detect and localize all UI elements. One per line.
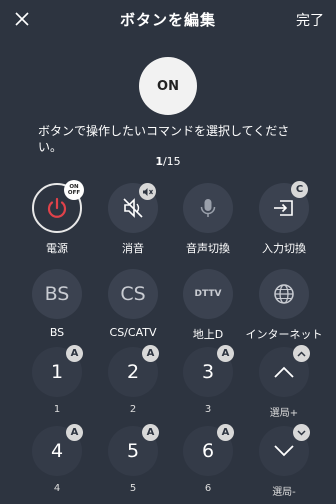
power-icon — [47, 197, 67, 218]
number-4-text: 4 — [50, 440, 64, 462]
done-button[interactable]: 完了 — [296, 10, 324, 30]
onoff-badge-text: ON OFF — [67, 184, 81, 196]
chevron-up-icon — [274, 366, 294, 378]
command-dttv[interactable]: DTTV 地上D — [170, 269, 246, 347]
mute-speaker-icon — [123, 198, 143, 218]
onoff-badge: ON OFF — [64, 180, 84, 200]
command-3[interactable]: 3 A 3 — [170, 345, 246, 425]
input-switch-icon — [274, 200, 293, 216]
dttv-button[interactable]: DTTV — [183, 269, 233, 319]
channel-down-badge-icon — [293, 424, 310, 441]
channel-up-badge-icon — [293, 345, 310, 362]
page-title: ボタンを編集 — [119, 10, 216, 29]
cs-text: CS — [120, 283, 146, 305]
number-1-text: 1 — [50, 361, 64, 383]
number-5-badge: A — [142, 424, 159, 441]
microphone-icon — [200, 199, 216, 217]
close-button[interactable] — [10, 7, 34, 31]
header-bar: ボタンを編集 完了 — [0, 0, 336, 38]
bs-button[interactable]: BS — [32, 269, 82, 319]
command-channel-up[interactable]: 選局+ — [246, 345, 322, 425]
number-4-badge: A — [66, 424, 83, 441]
globe-icon — [274, 284, 294, 304]
command-input[interactable]: C 入力切換 — [246, 181, 322, 261]
page-indicator: 1/15 — [0, 155, 336, 168]
number-3-text: 3 — [201, 361, 215, 383]
number-2-text: 2 — [126, 361, 140, 383]
number-1-badge: A — [66, 345, 83, 362]
internet-label: インターネット — [245, 328, 323, 341]
channel-up-label: 選局+ — [269, 408, 299, 419]
command-6[interactable]: 6 A 6 — [170, 424, 246, 504]
input-badge: C — [291, 181, 308, 198]
command-1[interactable]: 1 A 1 — [19, 345, 95, 425]
input-label: 入力切換 — [262, 242, 306, 255]
button-preview: ON — [139, 57, 197, 115]
page-current: 1 — [155, 155, 163, 168]
number-6-badge: A — [217, 424, 234, 441]
internet-button[interactable] — [259, 269, 309, 319]
close-icon — [15, 12, 29, 26]
command-internet[interactable]: インターネット — [246, 269, 323, 347]
number-6-text: 6 — [201, 440, 215, 462]
channel-down-label: 選局- — [272, 487, 296, 498]
command-power[interactable]: ON OFF 電源 — [19, 180, 95, 261]
command-channel-down[interactable]: 選局- — [246, 424, 322, 504]
dttv-text: DTTV — [194, 289, 222, 299]
cs-button[interactable]: CS — [108, 269, 158, 319]
number-2-badge: A — [142, 345, 159, 362]
number-5-text: 5 — [126, 440, 140, 462]
mute-badge-icon — [139, 183, 156, 200]
number-3-badge: A — [217, 345, 234, 362]
command-voice[interactable]: 音声切換 — [170, 183, 246, 261]
command-4[interactable]: 4 A 4 — [19, 424, 95, 504]
page-total: /15 — [162, 155, 181, 168]
voice-switch-button[interactable] — [183, 183, 233, 233]
instruction-text: ボタンで操作したいコマンドを選択してください。 — [38, 124, 290, 154]
chevron-down-icon — [274, 445, 294, 457]
command-bs[interactable]: BS BS — [19, 269, 95, 347]
bs-text: BS — [44, 283, 70, 305]
